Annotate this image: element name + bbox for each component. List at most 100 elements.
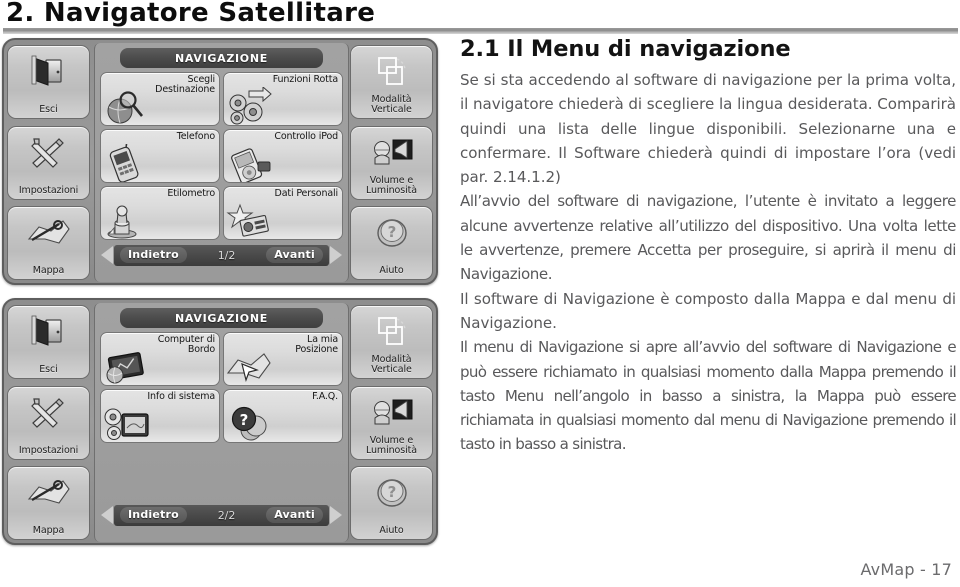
page-footer: AvMap - 17 xyxy=(860,560,952,579)
panel-title: NAVIGAZIONE xyxy=(120,308,323,328)
pager-next-button[interactable]: Avanti xyxy=(266,247,323,263)
sidebar-item-esci[interactable]: Esci xyxy=(7,45,90,119)
sidebar-item-mappa[interactable]: Mappa xyxy=(7,466,90,540)
faq-icon: ? xyxy=(225,402,277,442)
body-paragraph-4: Il menu di Navigazione si apre all’avvio… xyxy=(460,338,957,454)
tile-dati-personali[interactable]: Dati Personali xyxy=(223,186,343,240)
system-info-icon xyxy=(102,402,154,442)
exit-door-icon xyxy=(8,311,89,353)
body-column: 2.1 Il Menu di navigazione Se si sta acc… xyxy=(460,36,957,457)
exit-door-icon xyxy=(8,51,89,93)
pager-prev-button[interactable]: Indietro xyxy=(120,507,187,523)
sidebar-item-label: Volume e Luminosità xyxy=(365,434,417,456)
tile-telefono[interactable]: Telefono xyxy=(100,129,220,183)
panel-title-label: NAVIGAZIONE xyxy=(175,311,268,325)
tile-la-mia-posizione[interactable]: La mia Posizione xyxy=(223,332,343,386)
tile-label: Dati Personali xyxy=(274,188,339,199)
sidebar-item-modalita-verticale[interactable]: Modalità Verticale xyxy=(350,305,433,379)
sidebar-item-esci[interactable]: Esci xyxy=(7,305,90,379)
volume-brightness-icon xyxy=(351,132,432,174)
help-question-icon: ? xyxy=(351,472,432,514)
device-screenshot-page-2: Esci Impostazioni Mappa NAVIGAZIONE Comp… xyxy=(2,298,438,545)
tile-grid: Scegli Destinazione Funzioni Rotta Telef… xyxy=(100,72,343,240)
sidebar-item-label: Impostazioni xyxy=(18,184,79,196)
tile-label: Controllo iPod xyxy=(274,131,338,142)
svg-text:?: ? xyxy=(387,223,396,241)
page-header: 2. Navigatore Satellitare xyxy=(0,0,960,34)
sidebar-item-mappa[interactable]: Mappa xyxy=(7,206,90,280)
sidebar-item-impostazioni[interactable]: Impostazioni xyxy=(7,125,90,200)
svg-text:?: ? xyxy=(387,483,396,501)
sidebar-item-label: Aiuto xyxy=(379,265,404,276)
tile-label: Funzioni Rotta xyxy=(272,74,338,85)
pager-next-arrow-icon[interactable] xyxy=(330,246,342,264)
sidebar-item-label: Modalità Verticale xyxy=(371,94,412,115)
tile-label: Etilometro xyxy=(167,188,215,199)
panel-title-label: NAVIGAZIONE xyxy=(175,51,268,65)
mobile-phone-icon xyxy=(102,142,154,182)
pager-prev-arrow-icon[interactable] xyxy=(101,246,113,264)
tile-faq[interactable]: F.A.Q. ? xyxy=(223,389,343,443)
sidebar-item-label: Esci xyxy=(39,104,58,115)
header-divider xyxy=(3,28,958,34)
tile-controllo-ipod[interactable]: Controllo iPod xyxy=(223,129,343,183)
vertical-mode-icon xyxy=(351,311,432,353)
sidebar-item-volume-luminosita[interactable]: Volume e Luminosità xyxy=(350,125,433,200)
section-heading: 2.1 Il Menu di navigazione xyxy=(460,36,791,62)
sidebar-item-label: Mappa xyxy=(32,265,65,276)
tile-info-di-sistema[interactable]: Info di sistema xyxy=(100,389,220,443)
pager-next-arrow-icon[interactable] xyxy=(330,506,342,524)
panel-title: NAVIGAZIONE xyxy=(120,48,323,68)
map-icon xyxy=(8,472,89,514)
center-panel: NAVIGAZIONE Computer di Bordo La mia Pos… xyxy=(94,303,349,542)
volume-brightness-icon xyxy=(351,392,432,434)
svg-text:?: ? xyxy=(240,411,249,429)
personal-data-icon xyxy=(225,199,277,239)
map-icon xyxy=(8,212,89,254)
tile-scegli-destinazione[interactable]: Scegli Destinazione xyxy=(100,72,220,126)
tile-label: Info di sistema xyxy=(147,391,215,402)
sidebar-item-aiuto[interactable]: ? Aiuto xyxy=(350,466,433,540)
trip-computer-icon xyxy=(102,345,154,385)
globe-magnifier-icon xyxy=(102,85,154,125)
pager: Indietro 2/2 Avanti xyxy=(100,504,343,526)
tile-funzioni-rotta[interactable]: Funzioni Rotta xyxy=(223,72,343,126)
tile-grid: Computer di Bordo La mia Posizione Info … xyxy=(100,332,343,500)
sidebar-item-label: Mappa xyxy=(32,525,65,536)
pager-prev-button[interactable]: Indietro xyxy=(120,247,187,263)
left-rail: Esci Impostazioni Mappa xyxy=(7,303,90,542)
body-paragraph-2: All’avvio del software di navigazione, l… xyxy=(460,192,956,284)
pager-center: Indietro 1/2 Avanti xyxy=(114,244,329,266)
tile-etilometro[interactable]: Etilometro xyxy=(100,186,220,240)
tile-label: La mia Posizione xyxy=(295,334,338,355)
tile-computer-di-bordo[interactable]: Computer di Bordo xyxy=(100,332,220,386)
body-paragraph-1: Se si sta accedendo al software di navig… xyxy=(460,71,956,187)
tile-label: Computer di Bordo xyxy=(157,334,215,355)
sidebar-item-label: Volume e Luminosità xyxy=(365,174,417,196)
sidebar-item-label: Aiuto xyxy=(379,525,404,536)
help-question-icon: ? xyxy=(351,212,432,254)
ipod-icon xyxy=(225,142,277,182)
gears-route-icon xyxy=(225,85,277,125)
sidebar-item-impostazioni[interactable]: Impostazioni xyxy=(7,385,90,460)
tile-label: F.A.Q. xyxy=(312,391,338,402)
breathalyzer-icon xyxy=(102,199,154,239)
right-rail: Modalità Verticale Volume e Luminosità ?… xyxy=(350,303,433,542)
sidebar-item-aiuto[interactable]: ? Aiuto xyxy=(350,206,433,280)
sidebar-item-label: Esci xyxy=(39,364,58,375)
tile-empty xyxy=(223,446,343,500)
tools-icon xyxy=(8,392,89,434)
pager-next-button[interactable]: Avanti xyxy=(266,507,323,523)
left-rail: Esci Impostazioni Mappa xyxy=(7,43,90,282)
tools-icon xyxy=(8,132,89,174)
sidebar-item-modalita-verticale[interactable]: Modalità Verticale xyxy=(350,45,433,119)
sidebar-item-label: Modalità Verticale xyxy=(371,354,412,375)
pager: Indietro 1/2 Avanti xyxy=(100,244,343,266)
device-screenshot-page-1: Esci Impostazioni Mappa NAVIGAZIONE Sceg… xyxy=(2,38,438,285)
pager-prev-arrow-icon[interactable] xyxy=(101,506,113,524)
sidebar-item-volume-luminosita[interactable]: Volume e Luminosità xyxy=(350,385,433,460)
center-panel: NAVIGAZIONE Scegli Destinazione Funzioni… xyxy=(94,43,349,282)
sidebar-item-label: Impostazioni xyxy=(18,444,79,456)
pager-count: 2/2 xyxy=(217,508,236,522)
pager-center: Indietro 2/2 Avanti xyxy=(114,504,329,526)
